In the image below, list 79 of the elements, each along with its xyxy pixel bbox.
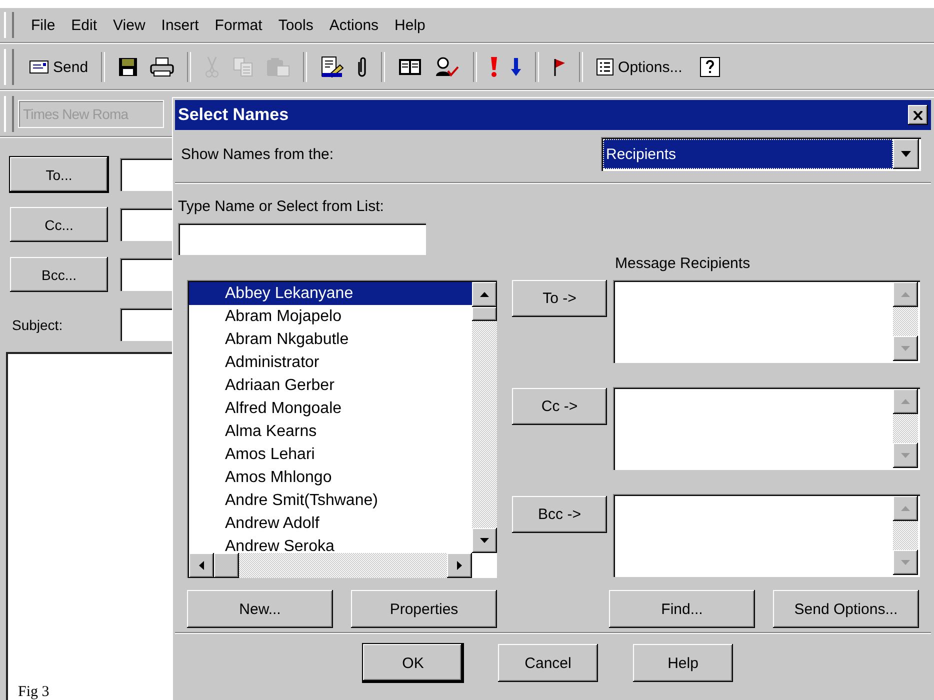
name-list-item[interactable]: Andrew Seroka [189,535,472,553]
message-recipients-label: Message Recipients [615,255,750,272]
scrollbar-thumb[interactable] [214,553,239,578]
down-arrow-icon [901,453,910,458]
name-list-item[interactable]: Adriaan Gerber [189,374,472,397]
down-arrow-icon [480,538,489,543]
recipient-list[interactable] [613,280,920,363]
name-list-item[interactable]: Amos Mhlongo [189,466,472,489]
dialog-title: Select Names [178,105,289,125]
menu-item[interactable]: Tools [271,16,320,34]
exclamation-icon [490,56,498,78]
name-input-field[interactable] [178,223,426,255]
address-list-dropdown[interactable]: Recipients [601,137,921,171]
name-list-item[interactable]: Abram Nkgabutle [189,328,472,351]
up-arrow-icon [901,506,910,511]
name-list-item[interactable]: Abram Mojapelo [189,305,472,328]
up-arrow-icon [901,399,910,404]
person-check-icon [434,56,460,78]
down-arrow-icon [901,560,910,565]
list-action-button[interactable]: Properties [351,590,497,628]
name-list-item[interactable]: Amos Lehari [189,443,472,466]
name-list-item[interactable]: Administrator [189,351,472,374]
figure-caption: Fig 3 [18,684,50,700]
send-button[interactable]: Send [24,56,94,78]
add-recipient-button[interactable]: Bcc -> [512,496,607,533]
paperclip-icon [356,56,368,78]
address-button[interactable]: Cc... [10,207,108,242]
clipboard-icon [266,57,290,77]
name-list-item[interactable]: Alma Kearns [189,420,472,443]
options-icon [596,58,614,76]
help-icon [700,57,720,77]
close-icon [913,110,923,120]
toolbar-handle[interactable] [4,49,14,85]
dialog-button[interactable]: Cancel [498,644,598,682]
menu-item[interactable]: Format [208,16,270,34]
flag-icon [552,57,566,77]
up-arrow-icon [901,292,910,297]
menu-item[interactable]: View [106,16,152,34]
name-list-item[interactable]: Andre Smit(Tshwane) [189,489,472,512]
scrollbar[interactable] [472,282,497,553]
add-recipient-button[interactable]: To -> [512,280,607,317]
menu-item[interactable]: Actions [322,16,386,34]
dialog-button[interactable]: OK [363,644,463,682]
dialog-button[interactable]: Help [633,644,733,682]
down-arrow-icon [510,57,522,77]
menu-item[interactable]: File [24,16,62,34]
toolbar-handle[interactable] [4,96,14,132]
dropdown-arrow-icon [901,151,911,157]
horizontal-scrollbar[interactable] [189,553,472,578]
copy-icon [232,57,254,77]
right-arrow-icon [457,561,462,570]
envelope-icon [29,60,49,74]
list-action-button[interactable]: New... [187,590,333,628]
menu-item[interactable]: Insert [154,16,206,34]
printer-icon [150,57,174,77]
recipient-action-button[interactable]: Send Options... [773,590,919,628]
address-button[interactable]: Bcc... [10,257,108,292]
add-recipient-button[interactable]: Cc -> [512,388,607,425]
scrollbar-thumb[interactable] [472,307,497,321]
up-arrow-icon [480,292,489,297]
down-arrow-icon [901,346,910,351]
recipient-action-button[interactable]: Find... [609,590,755,628]
toolbar-handle[interactable] [4,12,14,38]
recipient-list[interactable] [613,494,920,577]
options-button[interactable]: Options... [591,56,688,78]
recipient-list[interactable] [613,387,920,470]
name-list-item[interactable]: Alfred Mongoale [189,397,472,420]
menu-item[interactable]: Help [388,16,432,34]
close-button[interactable] [908,105,928,125]
document-pen-icon [320,56,344,78]
left-arrow-icon [199,561,204,570]
type-name-label: Type Name or Select from List: [178,198,385,215]
address-button[interactable]: To... [10,157,108,192]
open-book-icon [398,57,422,77]
subject-label: Subject: [11,316,64,332]
menu-item[interactable]: Edit [64,16,104,34]
show-names-label: Show Names from the: [181,146,334,162]
name-list-item[interactable]: Andrew Adolf [189,512,472,535]
name-list-item[interactable]: Abbey Lekanyane [189,282,472,305]
